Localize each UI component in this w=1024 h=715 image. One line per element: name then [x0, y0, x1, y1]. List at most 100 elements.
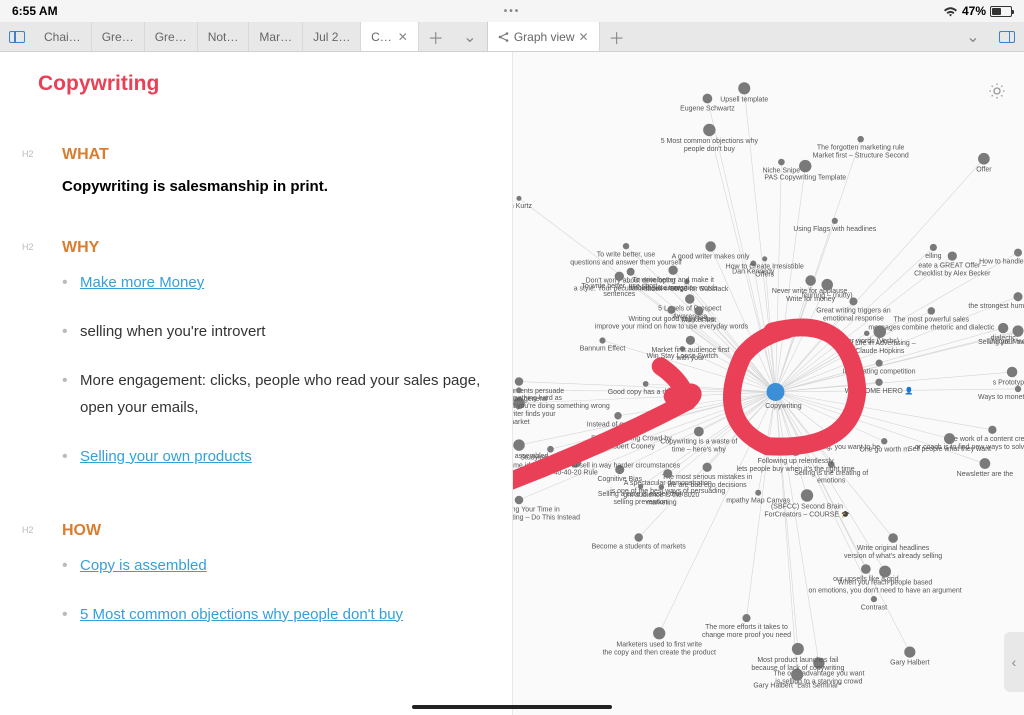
- list-item[interactable]: More engagement: clicks, people who read…: [62, 367, 482, 421]
- list-item[interactable]: selling when you're introvert: [62, 318, 482, 345]
- svg-text:My Life in Advertising –Claude: My Life in Advertising –Claude Hopkins: [844, 340, 916, 355]
- heading-how[interactable]: H2 HOW: [62, 522, 482, 540]
- svg-text:Instead of questions: Instead of questions: [587, 421, 650, 428]
- battery-icon: [990, 6, 1012, 17]
- close-icon[interactable]: ✕: [398, 30, 408, 44]
- svg-text:Copywriting is a waste oftime: Copywriting is a waste oftime – here's w…: [660, 438, 737, 453]
- list-item[interactable]: Make more Money: [62, 269, 482, 296]
- note-title[interactable]: Copywriting: [38, 72, 482, 96]
- svg-text:A great writer finds yourmarke: A great writer finds yourmarket: [513, 411, 556, 426]
- what-body[interactable]: Copywriting is salesmanship in print.: [62, 176, 482, 199]
- svg-text:Gary Halbert: Gary Halbert: [890, 660, 930, 667]
- svg-text:PAS Copywriting Template: PAS Copywriting Template: [764, 174, 846, 181]
- link-copy-assembled[interactable]: Copy is assembled: [80, 557, 207, 574]
- svg-text:Eugene Schwartz: Eugene Schwartz: [680, 105, 735, 112]
- svg-text:Bannum Effect: Bannum Effect: [580, 346, 626, 353]
- toggle-right-sidebar-button[interactable]: [990, 22, 1024, 51]
- close-icon[interactable]: ✕: [579, 30, 589, 44]
- tab-3[interactable]: Not…: [198, 22, 250, 51]
- svg-text:fcurring – (nutty): fcurring – (nutty): [802, 292, 853, 299]
- new-tab-button[interactable]: ＋: [419, 22, 453, 51]
- h2-marker: H2: [22, 525, 34, 535]
- svg-text:Great writing triggers anemoti: Great writing triggers anemotional respo…: [816, 307, 890, 322]
- svg-text:Most product launches failbeca: Most product launches failbecause of lac…: [751, 657, 844, 672]
- svg-text:Stop Wasting Your Time inLearn: Stop Wasting Your Time inLearning Copywr…: [513, 506, 580, 521]
- heading-why[interactable]: H2 WHY: [62, 239, 482, 257]
- link-objections[interactable]: 5 Most common objections why people don'…: [80, 606, 403, 623]
- svg-text:If you try something hard asyo: If you try something hard asyou can but …: [513, 395, 610, 410]
- svg-text:Following up relentlesslylets: Following up relentlesslylets people buy…: [737, 458, 855, 473]
- status-bar: 6:55 AM ••• 47%: [0, 0, 1024, 22]
- svg-text:To write better, usequestions: To write better, usequestions and answer…: [570, 251, 682, 266]
- link-selling-products[interactable]: Selling your own products: [80, 448, 252, 465]
- link-make-money[interactable]: Make more Money: [80, 274, 204, 291]
- list-item[interactable]: Copy is assembled: [62, 552, 482, 579]
- svg-text:To write better and make itsmo: To write better and make itsmooth, use t…: [629, 277, 718, 292]
- svg-text:Writing out good copy helpsimp: Writing out good copy helpsimprove your …: [595, 316, 749, 331]
- tab-bar: Chai… Gre… Gre… Not… Mar… Jul 2… C…✕ ＋ ⌄…: [0, 22, 1024, 52]
- why-list: Make more Money selling when you're intr…: [62, 269, 482, 470]
- svg-text:the strongest human ecessment: the strongest human ecessment: [968, 303, 1024, 310]
- tab-5[interactable]: Jul 2…: [303, 22, 361, 51]
- tab-0[interactable]: Chai…: [34, 22, 92, 51]
- collapse-handle[interactable]: ‹: [1004, 632, 1024, 692]
- svg-text:s Prototypes: s Prototypes: [993, 379, 1024, 386]
- svg-text:Contrast: Contrast: [861, 604, 887, 611]
- wifi-icon: [943, 6, 958, 17]
- graph-pane[interactable]: Copywritings Prototypesthe work of a con…: [512, 52, 1024, 715]
- status-time: 6:55 AM: [12, 4, 58, 18]
- svg-text:40-40-20 Rule: 40-40-20 Rule: [554, 470, 598, 477]
- tab-dropdown-right-button[interactable]: ⌄: [956, 22, 990, 51]
- tab-4[interactable]: Mar…: [249, 22, 303, 51]
- svg-text:Cognitive Bias: Cognitive Bias: [597, 476, 642, 483]
- svg-text:Gary Halbert "Last Seminar": Gary Halbert "Last Seminar": [753, 683, 841, 690]
- tab-graph-view[interactable]: Graph view ✕: [488, 22, 600, 51]
- svg-text:an Kurtz: an Kurtz: [513, 203, 532, 210]
- svg-text:The more efforts it takes toch: The more efforts it takes tochange more …: [702, 624, 791, 639]
- svg-text:mpathy Map Canvas: mpathy Map Canvas: [726, 498, 790, 505]
- svg-text:Invalidating competition: Invalidating competition: [843, 369, 916, 376]
- svg-text:Sell people what they want: Sell people what they want: [908, 446, 991, 453]
- svg-text:Become a students of markets: Become a students of markets: [592, 544, 687, 551]
- graph-canvas[interactable]: Copywritings Prototypesthe work of a con…: [513, 52, 1024, 715]
- svg-text:elling: elling: [925, 253, 941, 260]
- tab-2[interactable]: Gre…: [145, 22, 198, 51]
- svg-text:Newsletter are the: Newsletter are the: [957, 471, 1014, 478]
- svg-text:Write original headlinesversio: Write original headlinesversion of what'…: [844, 545, 942, 560]
- editor-pane[interactable]: Copywriting H2 WHAT Copywriting is sales…: [0, 52, 512, 715]
- list-item[interactable]: Selling your own products: [62, 443, 482, 470]
- tab-dropdown-button[interactable]: ⌄: [453, 22, 487, 51]
- svg-text:One go worth m: One go worth m: [859, 446, 909, 453]
- svg-text:The forgotten marketing ruleMa: The forgotten marketing ruleMarket first…: [813, 144, 909, 159]
- graph-settings-button[interactable]: [988, 82, 1006, 100]
- svg-text:Marketers used to first writet: Marketers used to first writethe copy an…: [602, 641, 716, 656]
- svg-text:Offer: Offer: [976, 167, 992, 174]
- heading-what[interactable]: H2 WHAT: [62, 146, 482, 164]
- h2-marker: H2: [22, 242, 34, 252]
- graph-view-icon: [498, 31, 510, 43]
- svg-text:(SBFCC) Second BrainForCreator: (SBFCC) Second BrainForCreators – COURSE…: [764, 504, 850, 519]
- svg-text:Market first: Market first: [682, 317, 717, 324]
- list-item[interactable]: 5 Most common objections why people don'…: [62, 601, 482, 628]
- svg-text:WELCOME HERO 👤: WELCOME HERO 👤: [845, 386, 914, 395]
- svg-text:Niche Snipe: Niche Snipe: [763, 167, 801, 174]
- svg-text:Ways to monetize content: Ways to monetize content: [978, 394, 1024, 401]
- svg-text:When you reach people basedon: When you reach people basedon emotions, …: [808, 579, 961, 594]
- multitask-dots[interactable]: •••: [504, 6, 521, 17]
- svg-text:Using Flags with headlines: Using Flags with headlines: [793, 226, 876, 233]
- svg-text:How to handle objections: How to handle objections: [979, 259, 1024, 266]
- svg-text:5 Most common objections whype: 5 Most common objections whypeople don't…: [661, 138, 759, 153]
- new-tab-right-button[interactable]: ＋: [600, 22, 634, 51]
- svg-text:Copywriting: Copywriting: [765, 403, 802, 410]
- h2-marker: H2: [22, 149, 34, 159]
- svg-text:The most powerful salesmessage: The most powerful salesmessages combine …: [868, 317, 994, 332]
- tab-1[interactable]: Gre…: [92, 22, 145, 51]
- svg-text:Upsell template: Upsell template: [720, 96, 768, 103]
- svg-text:Good copy has a rhythm: Good copy has a rhythm: [608, 389, 684, 396]
- tab-6-active[interactable]: C…✕: [361, 22, 419, 51]
- svg-text:A good writer makes only: A good writer makes only: [672, 254, 750, 261]
- home-indicator[interactable]: [412, 705, 612, 709]
- svg-text:dialectic: dialectic: [991, 335, 1017, 342]
- toggle-left-sidebar-button[interactable]: [0, 22, 34, 51]
- svg-text:Copy is assembled: Copy is assembled: [513, 453, 549, 460]
